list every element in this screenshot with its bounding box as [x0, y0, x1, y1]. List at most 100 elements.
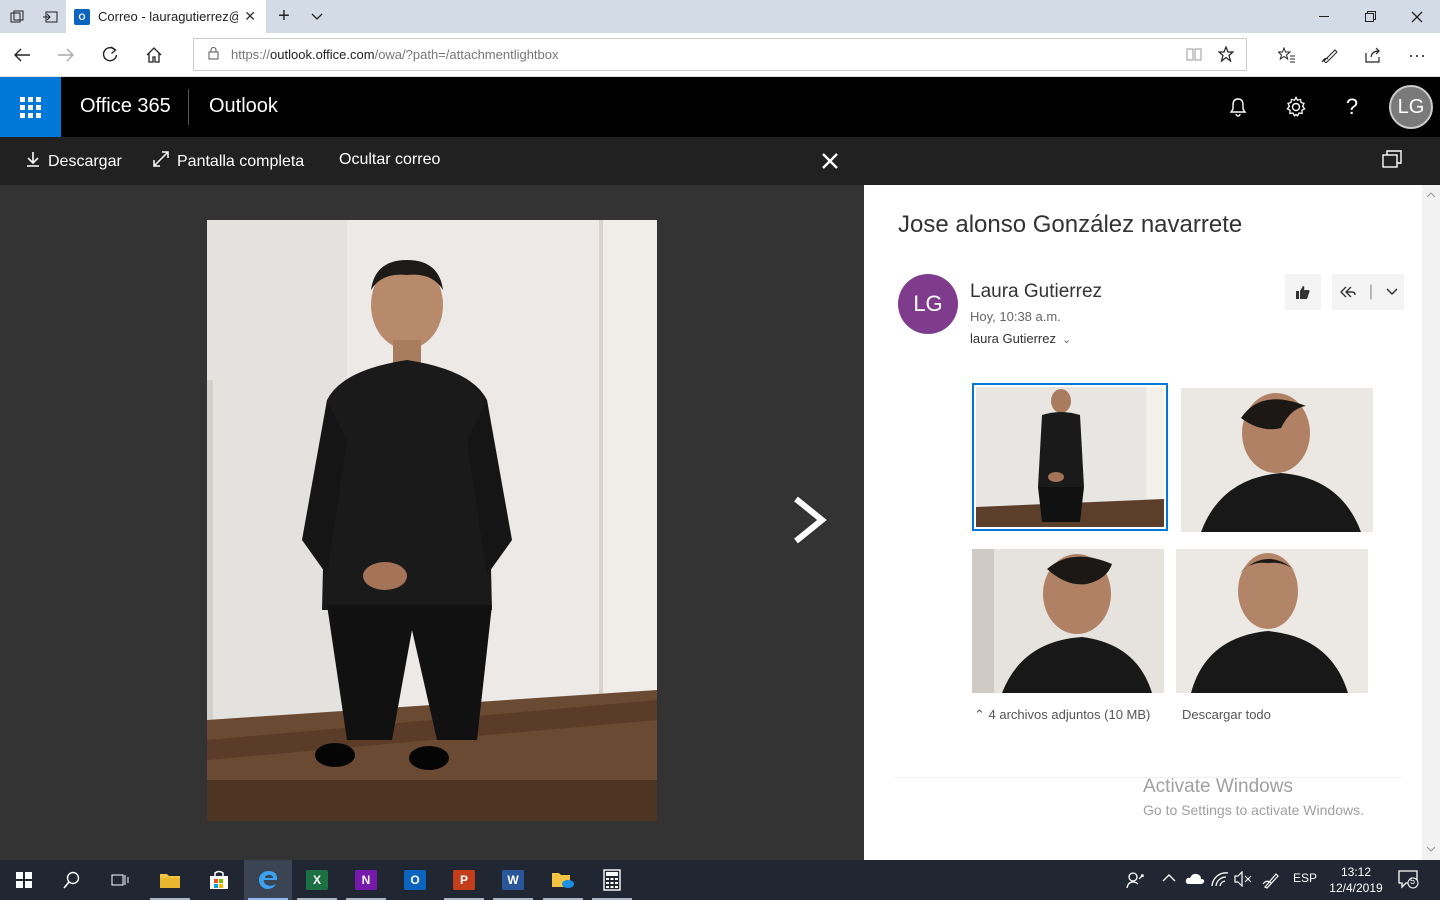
show-hidden-icons-chevron[interactable]: [1162, 871, 1176, 886]
calculator-icon: [603, 869, 621, 891]
fullscreen-label: Pantalla completa: [177, 152, 305, 170]
set-aside-tabs-icon[interactable]: [33, 0, 66, 33]
sent-time: Hoy, 10:38 a.m.: [970, 309, 1061, 324]
people-icon[interactable]: [1126, 871, 1144, 892]
excel-icon: X: [306, 870, 328, 890]
reading-view-icon[interactable]: [1186, 47, 1202, 66]
attachment-thumbnail-4[interactable]: [1176, 549, 1368, 693]
attachment-thumbnail-2[interactable]: [1181, 388, 1373, 532]
search-icon[interactable]: [48, 860, 96, 900]
onedrive-folder-taskbar-item[interactable]: [539, 860, 587, 900]
reply-all-icon: [1340, 286, 1356, 298]
reading-pane-scrollbar[interactable]: [1422, 185, 1440, 860]
recipient-line[interactable]: laura Gutierrez ⌄: [970, 331, 1071, 346]
account-avatar[interactable]: LG: [1389, 85, 1433, 129]
word-icon: W: [502, 870, 524, 890]
tab-manager-icon[interactable]: [0, 0, 33, 33]
notification-count: 5: [1410, 876, 1416, 886]
pen-notes-icon[interactable]: [1314, 39, 1346, 71]
restore-icon[interactable]: [1348, 0, 1394, 33]
attachment-viewer: [0, 185, 864, 860]
close-window-icon[interactable]: [1394, 0, 1440, 33]
activate-windows-subtitle: Go to Settings to activate Windows.: [1143, 802, 1364, 818]
download-icon: [26, 151, 40, 172]
powerpoint-icon: P: [453, 870, 475, 890]
excel-taskbar-item[interactable]: X: [293, 860, 341, 900]
back-icon[interactable]: [6, 39, 38, 71]
browser-tab-strip: O Correo - lauragutierrez@ ✕ +: [0, 0, 1440, 33]
more-options-icon[interactable]: ···: [1401, 39, 1433, 71]
attachment-thumbnail-3[interactable]: [972, 549, 1164, 693]
reply-options-chevron-icon[interactable]: [1386, 288, 1398, 296]
hide-mail-label: Ocultar correo: [339, 151, 441, 168]
onedrive-folder-icon: [552, 873, 574, 888]
thumbnail-image: [972, 549, 1164, 693]
store-icon[interactable]: [195, 860, 243, 900]
address-bar[interactable]: https://outlook.office.com/owa/?path=/at…: [193, 38, 1247, 71]
onedrive-cloud-icon[interactable]: [1185, 871, 1205, 888]
next-attachment-icon[interactable]: [790, 495, 830, 545]
lightbox-toolbar: Descargar Pantalla completa Ocultar corr…: [0, 137, 1440, 185]
browser-tab-active[interactable]: O Correo - lauragutierrez@ ✕: [66, 0, 266, 33]
task-view-icon[interactable]: [96, 860, 144, 900]
wifi-icon[interactable]: [1211, 871, 1229, 890]
office-brand[interactable]: Office 365: [80, 95, 171, 118]
reply-all-button[interactable]: |: [1332, 274, 1404, 310]
home-icon[interactable]: [138, 39, 170, 71]
expand-icon: [153, 151, 169, 172]
volume-muted-icon[interactable]: [1234, 870, 1252, 890]
message-subject: Jose alonso González navarrete: [898, 211, 1243, 238]
popout-window-icon[interactable]: [1382, 150, 1402, 168]
activate-windows-title: Activate Windows: [1143, 776, 1293, 797]
header-divider: [188, 89, 189, 125]
tab-list-chevron-icon[interactable]: [300, 0, 333, 33]
attachment-photo: [207, 220, 657, 821]
lock-icon: [208, 46, 219, 63]
system-clock[interactable]: 13:12 12/4/2019: [1318, 864, 1394, 896]
calculator-taskbar-item[interactable]: [588, 860, 636, 900]
outlook-taskbar-item[interactable]: O: [391, 860, 439, 900]
attachments-summary[interactable]: ⌃ 4 archivos adjuntos (10 MB): [974, 707, 1150, 723]
app-launcher-icon[interactable]: [0, 77, 61, 137]
clock-time: 13:12: [1340, 865, 1372, 879]
settings-gear-icon[interactable]: [1278, 89, 1314, 125]
split-divider: |: [1368, 283, 1374, 300]
minimize-icon[interactable]: [1302, 0, 1348, 33]
share-icon[interactable]: [1357, 39, 1389, 71]
favorites-hub-icon[interactable]: [1271, 39, 1303, 71]
thumbs-up-icon: [1296, 286, 1310, 299]
sender-avatar[interactable]: LG: [898, 274, 958, 334]
pen-workspace-icon[interactable]: [1262, 871, 1280, 892]
close-lightbox-icon[interactable]: [822, 148, 838, 176]
notifications-bell-icon[interactable]: [1220, 89, 1256, 125]
start-windows-icon[interactable]: [0, 860, 48, 900]
fullscreen-button[interactable]: Pantalla completa: [153, 151, 304, 172]
close-tab-icon[interactable]: ✕: [244, 8, 256, 25]
favorite-star-icon[interactable]: [1217, 45, 1235, 67]
download-button[interactable]: Descargar: [26, 151, 122, 172]
attachment-thumbnail-1[interactable]: [972, 383, 1168, 531]
expand-recipients-icon[interactable]: ⌄: [1062, 334, 1071, 346]
forward-icon[interactable]: [50, 39, 82, 71]
word-taskbar-item[interactable]: W: [489, 860, 537, 900]
download-all-link[interactable]: Descargar todo: [1182, 707, 1271, 722]
hide-mail-button[interactable]: Ocultar correo: [339, 151, 440, 169]
sender-name[interactable]: Laura Gutierrez: [970, 281, 1102, 303]
app-name[interactable]: Outlook: [209, 95, 278, 118]
help-icon[interactable]: ?: [1334, 89, 1370, 125]
collapse-attachments-icon[interactable]: ⌃: [974, 707, 985, 722]
refresh-icon[interactable]: [94, 39, 126, 71]
like-button[interactable]: [1285, 274, 1321, 310]
powerpoint-taskbar-item[interactable]: P: [440, 860, 488, 900]
clock-date: 12/4/2019: [1329, 881, 1383, 895]
download-label: Descargar: [48, 152, 122, 170]
edge-browser-icon[interactable]: [244, 860, 292, 900]
thumbnail-image: [1181, 388, 1373, 532]
action-center-icon[interactable]: 5: [1398, 869, 1420, 892]
file-explorer-icon[interactable]: [146, 860, 194, 900]
office-header: Office 365 Outlook ?: [0, 77, 1440, 137]
language-indicator[interactable]: ESP: [1293, 871, 1317, 885]
new-tab-icon[interactable]: +: [266, 0, 302, 33]
windows-taskbar: X N O P W ESP 13:12 12/4/2019 5: [0, 860, 1440, 900]
onenote-taskbar-item[interactable]: N: [342, 860, 390, 900]
